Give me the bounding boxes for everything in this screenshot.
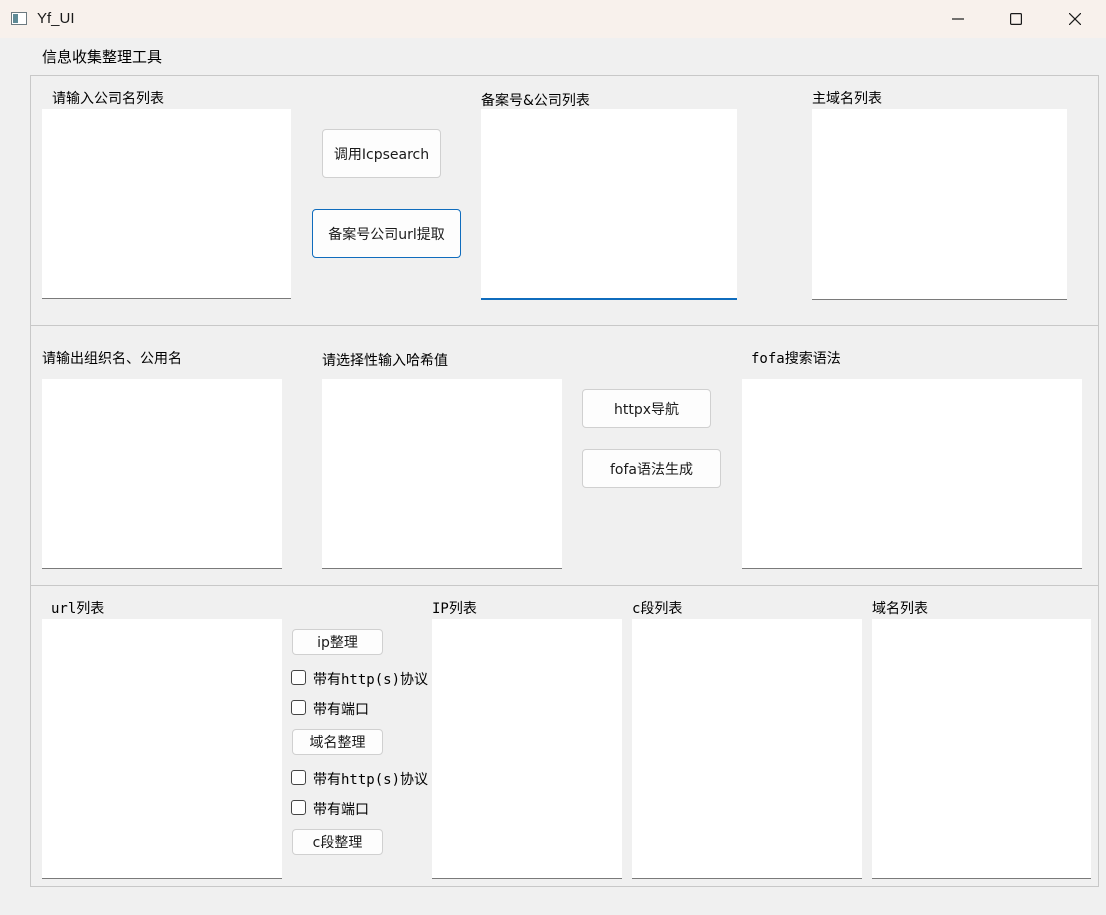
company-list-label: 请输入公司名列表 <box>52 91 164 107</box>
maximize-icon <box>1010 13 1022 25</box>
frame-top-border <box>30 75 1098 76</box>
url-list-input[interactable] <box>42 619 282 879</box>
ip-list-output[interactable] <box>432 619 622 879</box>
frame-right-border <box>1098 75 1099 887</box>
app-window-icon <box>11 12 27 25</box>
icpsearch-button[interactable]: 调用Icpsearch <box>322 129 441 178</box>
domain-list-output[interactable] <box>872 619 1091 879</box>
httpx-nav-button[interactable]: httpx导航 <box>582 389 711 428</box>
fofa-syntax-output[interactable] <box>742 379 1082 569</box>
icp-company-list-output[interactable] <box>481 109 737 300</box>
frame-left-border <box>30 75 31 887</box>
domain-port-checkbox-label[interactable]: 带有端口 <box>313 799 369 819</box>
maximize-button[interactable] <box>987 0 1045 38</box>
ip-port-checkbox-label[interactable]: 带有端口 <box>313 699 369 719</box>
main-domain-list-output[interactable] <box>812 109 1067 300</box>
minimize-button[interactable] <box>929 0 987 38</box>
org-name-label: 请输出组织名、公用名 <box>42 351 182 367</box>
ip-list-label: IP列表 <box>432 601 477 617</box>
close-icon <box>1069 13 1081 25</box>
close-button[interactable] <box>1046 0 1104 38</box>
company-list-input[interactable] <box>42 109 291 299</box>
domain-organize-button[interactable]: 域名整理 <box>292 729 383 755</box>
domain-http-checkbox-label[interactable]: 带有http(s)协议 <box>313 769 428 789</box>
c-segment-list-output[interactable] <box>632 619 862 879</box>
minimize-icon <box>952 18 964 20</box>
domain-list-label: 域名列表 <box>872 601 928 617</box>
org-name-input[interactable] <box>42 379 282 569</box>
app-title: 信息收集整理工具 <box>42 48 163 66</box>
domain-port-checkbox[interactable] <box>291 800 306 815</box>
section-divider-2 <box>30 585 1098 586</box>
url-list-label: url列表 <box>51 601 105 617</box>
fofa-syntax-label: fofa搜索语法 <box>751 351 841 367</box>
ip-port-checkbox[interactable] <box>291 700 306 715</box>
domain-http-checkbox[interactable] <box>291 770 306 785</box>
icp-company-list-label: 备案号&公司列表 <box>481 93 590 109</box>
ip-organize-button[interactable]: ip整理 <box>292 629 383 655</box>
extract-url-button[interactable]: 备案号公司url提取 <box>312 209 461 258</box>
window-titlebar[interactable]: Yf_UI <box>0 0 1106 38</box>
window-title: Yf_UI <box>37 10 75 27</box>
c-segment-list-label: c段列表 <box>632 601 683 617</box>
section-divider-1 <box>30 325 1098 326</box>
hash-input[interactable] <box>322 379 562 569</box>
fofa-generate-button[interactable]: fofa语法生成 <box>582 449 721 488</box>
hash-label: 请选择性输入哈希值 <box>322 353 448 369</box>
ip-http-checkbox-label[interactable]: 带有http(s)协议 <box>313 669 428 689</box>
ip-http-checkbox[interactable] <box>291 670 306 685</box>
c-segment-organize-button[interactable]: c段整理 <box>292 829 383 855</box>
main-domain-list-label: 主域名列表 <box>812 91 882 107</box>
frame-bottom-border <box>30 886 1098 887</box>
